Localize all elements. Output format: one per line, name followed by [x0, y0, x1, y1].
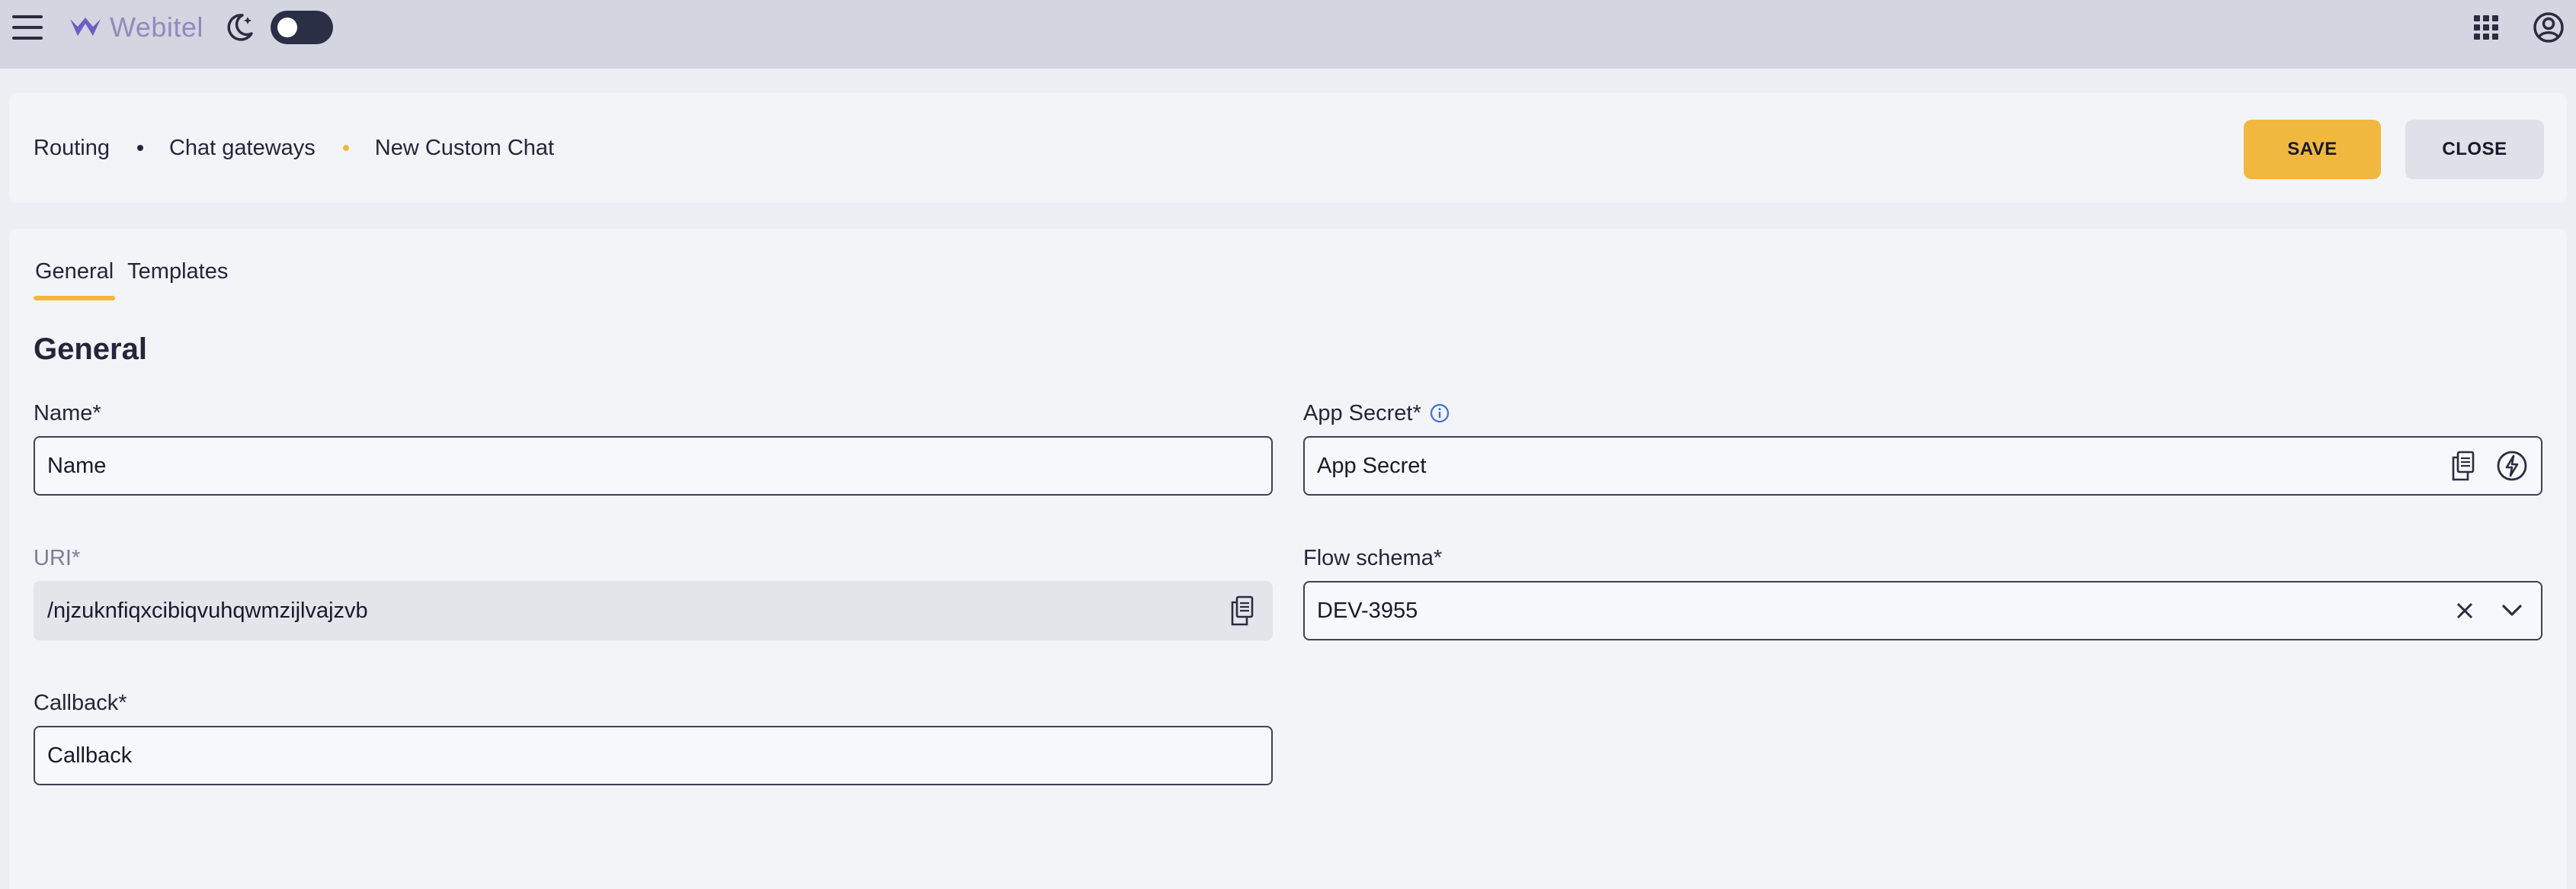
- webitel-logo[interactable]: Webitel: [69, 11, 203, 44]
- breadcrumb-separator-current: [342, 145, 349, 151]
- apps-grid-icon[interactable]: [2474, 15, 2498, 40]
- breadcrumb: Routing Chat gateways New Custom Chat: [34, 93, 554, 203]
- name-field: Name* Name: [34, 398, 1273, 496]
- main-card: General Templates General Name* Name App…: [9, 229, 2567, 889]
- account-icon[interactable]: [2532, 11, 2565, 44]
- moon-icon: [227, 14, 253, 41]
- menu-icon[interactable]: [11, 12, 44, 43]
- breadcrumb-item-current: New Custom Chat: [374, 135, 555, 160]
- app-secret-input[interactable]: App Secret: [1303, 436, 2542, 496]
- webitel-logo-icon: [70, 18, 101, 36]
- flow-schema-value: DEV-3955: [1317, 598, 1418, 623]
- generate-lightning-icon[interactable]: [2495, 449, 2529, 483]
- name-input-placeholder: Name: [47, 453, 107, 478]
- flow-schema-field: Flow schema* DEV-3955: [1303, 543, 2542, 640]
- copy-icon[interactable]: [2446, 449, 2480, 483]
- chevron-down-icon[interactable]: [2495, 594, 2529, 627]
- uri-field: URI* /njzuknfiqxcibiqvuhqwmzijlvajzvb: [34, 543, 1273, 640]
- breadcrumb-item-routing[interactable]: Routing: [34, 136, 110, 161]
- page-header: Routing Chat gateways New Custom Chat SA…: [9, 93, 2567, 203]
- app-secret-input-placeholder: App Secret: [1317, 453, 1427, 478]
- flow-schema-label: Flow schema*: [1303, 546, 1443, 570]
- clear-icon[interactable]: [2448, 594, 2481, 627]
- theme-toggle-knob: [277, 18, 297, 37]
- callback-field: Callback* Callback: [34, 688, 1273, 785]
- theme-toggle[interactable]: [271, 11, 333, 44]
- uri-input: /njzuknfiqxcibiqvuhqwmzijlvajzvb: [34, 581, 1273, 640]
- flow-schema-select[interactable]: DEV-3955: [1303, 581, 2542, 640]
- tab-templates[interactable]: Templates: [126, 256, 229, 302]
- breadcrumb-separator: [136, 145, 143, 151]
- logo-text: Webitel: [110, 11, 203, 43]
- app-secret-label: App Secret*: [1303, 401, 1421, 425]
- app-secret-label-row: App Secret*: [1303, 398, 2542, 428]
- name-input[interactable]: Name: [34, 436, 1273, 496]
- section-title: General: [34, 332, 147, 366]
- app-secret-field: App Secret* App Secret: [1303, 398, 2542, 496]
- breadcrumb-item-chat-gateways[interactable]: Chat gateways: [169, 136, 316, 161]
- tabs: General Templates: [34, 256, 229, 302]
- copy-icon[interactable]: [1226, 594, 1259, 627]
- callback-input[interactable]: Callback: [34, 726, 1273, 785]
- callback-label: Callback*: [34, 691, 127, 715]
- uri-value: /njzuknfiqxcibiqvuhqwmzijlvajzvb: [47, 598, 368, 623]
- callback-input-placeholder: Callback: [47, 743, 133, 768]
- tab-general[interactable]: General: [34, 256, 116, 302]
- uri-label: URI*: [34, 546, 81, 570]
- save-button[interactable]: SAVE: [2244, 120, 2381, 179]
- name-label: Name*: [34, 401, 101, 425]
- info-icon[interactable]: [1429, 403, 1450, 424]
- close-button[interactable]: CLOSE: [2405, 120, 2544, 179]
- top-app-bar: Webitel: [0, 0, 2576, 69]
